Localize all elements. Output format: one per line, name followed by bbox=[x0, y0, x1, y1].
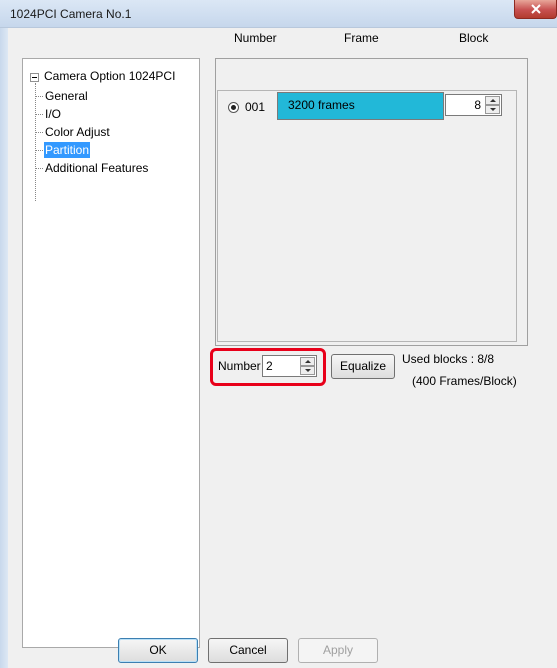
partition-number: 001 bbox=[245, 100, 266, 114]
tree-item-label: General bbox=[45, 89, 88, 103]
tree-item-label: I/O bbox=[45, 107, 62, 121]
partition-radio[interactable] bbox=[228, 102, 239, 113]
frames-per-block-status: (400 Frames/Block) bbox=[412, 374, 517, 388]
partition-list bbox=[217, 90, 517, 342]
frame-count: 3200 frames bbox=[288, 98, 355, 112]
block-value[interactable]: 8 bbox=[474, 98, 481, 112]
number-label: Number bbox=[218, 359, 261, 373]
window-frame bbox=[0, 28, 8, 668]
number-spinner bbox=[300, 357, 315, 375]
ok-button[interactable]: OK bbox=[118, 638, 198, 663]
column-header-number: Number bbox=[234, 31, 277, 45]
frame-allocation-bar: 3200 frames bbox=[277, 92, 444, 120]
spin-down-icon[interactable] bbox=[485, 105, 500, 114]
tree-item-label: Additional Features bbox=[45, 161, 149, 175]
used-blocks-status: Used blocks : 8/8 bbox=[402, 352, 495, 366]
spin-up-icon[interactable] bbox=[485, 96, 500, 105]
block-stepper[interactable]: 8 bbox=[445, 94, 502, 116]
title-bar[interactable]: 1024PCI Camera No.1 bbox=[0, 0, 557, 28]
column-header-block: Block bbox=[459, 31, 489, 45]
apply-button[interactable]: Apply bbox=[298, 638, 378, 663]
tree-item-label: Color Adjust bbox=[45, 125, 110, 139]
collapse-icon[interactable] bbox=[30, 73, 39, 82]
window-title: 1024PCI Camera No.1 bbox=[10, 7, 132, 21]
dialog-content: Camera Option 1024PCI General I/O Color … bbox=[8, 28, 557, 668]
cancel-button[interactable]: Cancel bbox=[208, 638, 288, 663]
block-spinner bbox=[485, 96, 500, 114]
tree-root-label[interactable]: Camera Option 1024PCI bbox=[44, 69, 175, 83]
column-header-frame: Frame bbox=[344, 31, 379, 45]
number-stepper[interactable]: 2 bbox=[262, 355, 317, 377]
options-tree: Camera Option 1024PCI General I/O Color … bbox=[22, 58, 200, 648]
close-icon bbox=[531, 4, 541, 14]
dialog-window: 1024PCI Camera No.1 Camera Option 1024PC… bbox=[0, 0, 557, 668]
number-value[interactable]: 2 bbox=[266, 359, 273, 373]
close-button[interactable] bbox=[514, 0, 557, 19]
tree-item-label: Partition bbox=[44, 142, 91, 158]
spin-up-icon[interactable] bbox=[300, 357, 315, 366]
equalize-button[interactable]: Equalize bbox=[331, 354, 395, 379]
tree-connector bbox=[35, 83, 36, 201]
spin-down-icon[interactable] bbox=[300, 366, 315, 375]
